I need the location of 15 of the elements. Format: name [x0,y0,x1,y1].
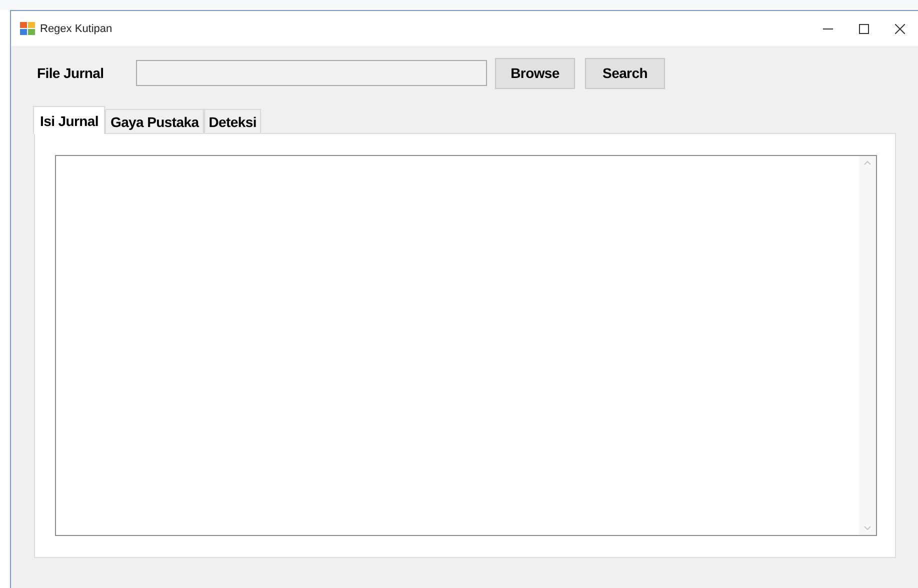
tab[interactable]: Deteksi [204,109,262,133]
scrollbar[interactable] [859,156,876,535]
caret-up-icon[interactable] [864,161,871,165]
field-label: File Jurnal [37,65,105,81]
tab[interactable]: Gaya Pustaka [105,109,204,133]
close-icon[interactable] [895,24,905,34]
button[interactable]: Browse [495,58,575,88]
tab[interactable]: Isi Jurnal [33,106,106,134]
window-title: Regex Kutipan [40,22,114,34]
button[interactable]: Search [585,58,665,88]
app-icon [20,22,35,35]
minimize-icon[interactable] [823,28,833,30]
caret-down-icon[interactable] [864,526,871,530]
maximize-icon[interactable] [859,24,869,34]
file-path-field[interactable] [136,60,487,86]
